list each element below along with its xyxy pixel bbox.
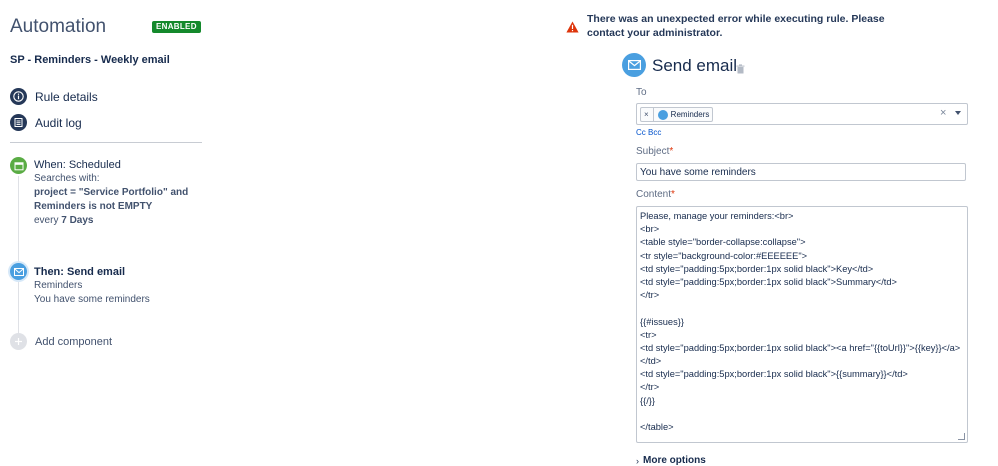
action-title: Then: Send email [34, 266, 126, 278]
clear-icon[interactable]: × [940, 107, 946, 119]
more-options-toggle[interactable]: › More options [636, 455, 706, 466]
remove-recipient-icon[interactable]: × [644, 110, 649, 119]
content-line: </table> [640, 422, 674, 432]
content-line: <table style="border-collapse:collapse"> [640, 237, 806, 248]
resize-handle-icon[interactable] [958, 433, 965, 440]
calendar-icon[interactable] [10, 157, 27, 174]
recipient-label: Reminders [670, 110, 710, 119]
content-line: Please, manage your reminders:<br> [640, 211, 794, 221]
to-label: To [636, 87, 647, 98]
content-line: <tr> [640, 329, 657, 340]
trigger-schedule: every 7 Days [34, 214, 188, 228]
chip-separator [652, 108, 654, 121]
content-line [640, 408, 964, 421]
timeline-line [18, 176, 19, 336]
list-icon [10, 114, 27, 131]
to-field[interactable]: × Reminders × [636, 103, 968, 125]
content-line: <td style="padding:5px;border:1px solid … [640, 369, 908, 380]
trigger-searches-label: Searches with: [34, 173, 100, 184]
trigger-jql-line1: project = "Service Portfolio" and [34, 187, 189, 198]
content-lines: Please, manage your reminders:<br> <br> <t… [640, 210, 964, 434]
status-badge: ENABLED [152, 21, 201, 33]
content-line: <td style="padding:5px;border:1px solid … [640, 263, 874, 274]
trigger-title: When: Scheduled [34, 159, 121, 171]
action-send-email[interactable]: Then: Send email Reminders You have some… [34, 266, 150, 307]
info-icon [10, 88, 27, 105]
nav-label-audit-log: Audit log [35, 115, 82, 130]
content-line: <td style="padding:5px;border:1px solid … [640, 342, 961, 353]
envelope-icon[interactable] [10, 263, 27, 280]
nav-label-rule-details: Rule details [35, 89, 98, 104]
required-mark: * [671, 189, 675, 200]
chevron-down-icon[interactable] [955, 111, 961, 115]
content-line: {{/}} [640, 395, 656, 406]
trash-icon[interactable] [736, 61, 745, 79]
content-line: <td style="padding:5px;border:1px solid … [640, 276, 897, 287]
nav-item-rule-details[interactable]: Rule details [10, 88, 98, 105]
rule-name: SP - Reminders - Weekly email [10, 54, 170, 66]
content-textarea[interactable]: Please, manage your reminders:<br> <br> <t… [636, 206, 968, 443]
group-avatar-icon [657, 109, 668, 120]
content-line: <br> [640, 224, 660, 235]
trigger-scheduled[interactable]: When: Scheduled Searches with: project =… [34, 159, 188, 228]
action-line1: Reminders [34, 280, 83, 291]
send-email-icon [622, 53, 646, 77]
trigger-every-value: 7 Days [61, 215, 94, 226]
plus-icon[interactable] [10, 333, 27, 350]
chevron-right-icon: › [636, 455, 639, 466]
recipient-chip[interactable]: × Reminders [640, 107, 714, 122]
subject-label-text: Subject [636, 146, 670, 157]
error-message: There was an unexpected error while exec… [587, 13, 885, 39]
trigger-jql-line2: Reminders is not EMPTY [34, 201, 153, 212]
content-line: {{#issues}} [640, 316, 684, 327]
action-editor-title: Send email [652, 56, 738, 75]
required-mark: * [669, 146, 674, 157]
add-component-button[interactable]: Add component [35, 336, 112, 348]
cc-bcc-link[interactable]: Cc Bcc [636, 128, 661, 137]
subject-label: Subject* [636, 146, 673, 157]
trigger-every-prefix: every [34, 215, 59, 226]
content-line: </tr> [640, 382, 660, 393]
action-line2: You have some reminders [34, 294, 150, 305]
content-line: <tr style="background-color:#EEEEEE"> [640, 250, 808, 261]
more-options-label: More options [643, 455, 706, 466]
warning-icon [566, 20, 579, 38]
content-line: </td> [640, 356, 662, 367]
content-label: Content* [636, 189, 675, 200]
page-title: Automation [10, 16, 107, 37]
content-label-text: Content [636, 189, 672, 200]
nav-item-audit-log[interactable]: Audit log [10, 114, 82, 131]
divider [10, 142, 202, 143]
content-line: </tr> [640, 290, 660, 301]
subject-input[interactable]: You have some reminders [636, 163, 966, 181]
content-line [640, 302, 964, 315]
